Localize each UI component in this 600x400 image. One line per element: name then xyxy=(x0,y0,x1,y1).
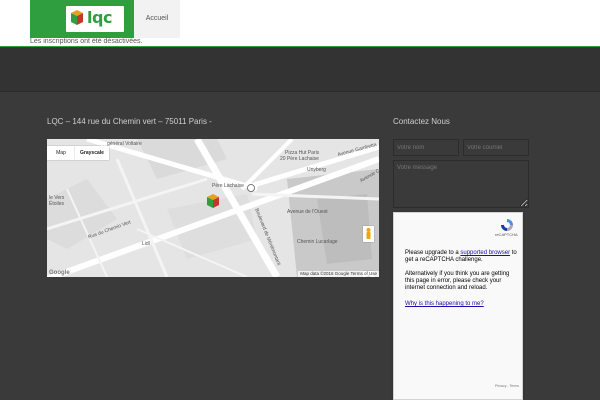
recaptcha-logo-icon xyxy=(501,219,513,231)
recaptcha-msg-prefix: Please upgrade to a xyxy=(405,250,461,256)
street-label: général Voltaire xyxy=(107,141,142,147)
recaptcha-upgrade-message: Please upgrade to a supported browser to… xyxy=(405,250,520,264)
email-field[interactable] xyxy=(463,139,529,156)
street-label: Avenue de l'Ouest xyxy=(287,209,328,215)
street-label: Lidl xyxy=(142,241,150,247)
recaptcha-alt-message: Alternatively if you think you are getti… xyxy=(405,271,510,291)
message-field[interactable] xyxy=(393,160,529,208)
registration-notice: Les inscriptions ont été désactivées. xyxy=(30,38,143,45)
street-label: Unyberg xyxy=(307,167,326,173)
site-header: lqc Accueil xyxy=(0,0,600,38)
why-link[interactable]: Why is this happening to me? xyxy=(405,301,484,307)
logo[interactable]: lqc xyxy=(66,6,124,32)
street-view-pegman-icon[interactable] xyxy=(363,226,374,242)
notice-bar: Les inscriptions ont été désactivées. xyxy=(0,38,600,47)
logo-text: lqc xyxy=(87,8,112,27)
logo-cube-icon xyxy=(71,10,83,25)
contact-title: Contactez Nous xyxy=(393,117,450,126)
street-label: Père Lachaise xyxy=(212,183,244,189)
map-attribution[interactable]: Map data ©2016 Google Terms of Use xyxy=(298,271,379,277)
map-type-grayscale-tab[interactable]: Grayscale xyxy=(75,146,109,160)
dark-band xyxy=(0,48,600,92)
map-type-map-tab[interactable]: Map xyxy=(47,146,75,160)
recaptcha-widget: reCAPTCHA Please upgrade to a supported … xyxy=(393,212,523,400)
supported-browser-link[interactable]: supported browser xyxy=(460,250,510,256)
street-label: 20 Père Lachaise xyxy=(280,156,319,162)
google-logo: Google xyxy=(49,270,70,276)
street-label: Étoiles xyxy=(49,201,65,207)
address-text: LQC – 144 rue du Chemin vert – 75011 Par… xyxy=(47,117,212,126)
logo-area[interactable]: lqc xyxy=(30,0,134,38)
street-label: Chemin Lucarlage xyxy=(297,239,338,245)
name-field[interactable] xyxy=(393,139,459,156)
recaptcha-brand-text: reCAPTCHA xyxy=(495,232,518,237)
nav-home-link[interactable]: Accueil xyxy=(134,0,180,38)
google-map[interactable]: Map Grayscale général Voltaire Pizza Hut… xyxy=(47,139,379,277)
recaptcha-privacy-terms[interactable]: Privacy - Terms xyxy=(495,384,519,388)
